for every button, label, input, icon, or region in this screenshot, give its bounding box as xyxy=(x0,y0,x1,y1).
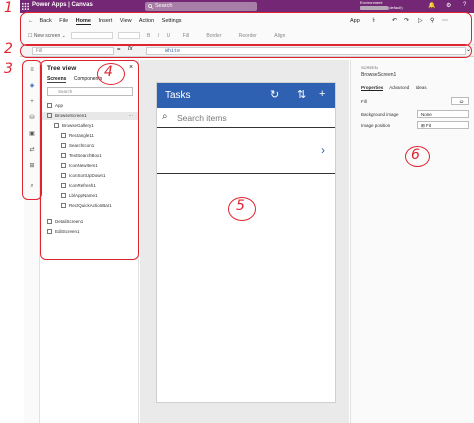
help-icon[interactable]: ? xyxy=(463,2,466,8)
search-box[interactable]: ⌕ Search items xyxy=(157,108,335,128)
annotation-box-3 xyxy=(22,60,42,200)
annotation-box-2 xyxy=(20,44,472,58)
image-position-dropdown[interactable]: ⊞ Fit xyxy=(417,121,469,129)
bell-icon[interactable]: 🔔 xyxy=(428,2,435,9)
search-icon xyxy=(148,4,153,9)
tab-properties[interactable]: Properties xyxy=(361,85,384,91)
control-kind: SCREEN xyxy=(361,65,378,70)
search-icon: ⌕ xyxy=(162,111,168,122)
annotation-box-4 xyxy=(40,60,139,260)
image-position-label: Image position xyxy=(361,123,391,128)
fill-color-picker[interactable]: ⛀ xyxy=(451,97,469,105)
gallery-separator xyxy=(157,173,335,174)
refresh-icon[interactable]: ↻ xyxy=(270,88,279,101)
annotation-number-2: 2 xyxy=(4,41,13,57)
annotation-number-5: 5 xyxy=(236,198,245,214)
environment-name-redacted xyxy=(360,5,388,10)
global-search[interactable]: Search xyxy=(145,2,257,11)
tab-advanced[interactable]: Advanced xyxy=(389,85,409,90)
properties-pane: SCREEN BrowseScreen1 Properties Advanced… xyxy=(350,60,474,423)
app-launcher-icon[interactable] xyxy=(22,3,29,10)
app-title: Power Apps | Canvas xyxy=(32,2,93,8)
environment-value: (default) xyxy=(388,5,403,10)
paint-bucket-icon: ⛀ xyxy=(459,99,464,104)
background-image-dropdown[interactable]: None xyxy=(417,110,469,118)
annotation-box-1 xyxy=(20,12,472,46)
chevron-right-icon[interactable]: › xyxy=(321,143,325,157)
background-image-label: Background image xyxy=(361,112,399,117)
environment-picker[interactable]: Environment (default) xyxy=(360,0,403,10)
properties-tabs: Properties Advanced Ideas xyxy=(361,85,432,91)
global-search-placeholder: Search xyxy=(155,3,173,9)
annotation-number-6: 6 xyxy=(411,147,420,163)
annotation-number-1: 1 xyxy=(4,0,13,16)
fill-label: Fill xyxy=(361,99,367,104)
control-name: BrowseScreen1 xyxy=(361,72,397,78)
sort-icon[interactable]: ⇅ xyxy=(297,88,306,101)
image-position-value: Fit xyxy=(426,123,432,128)
gear-icon[interactable]: ⚙ xyxy=(446,2,451,9)
annotation-number-3: 3 xyxy=(4,61,13,77)
annotation-number-4: 4 xyxy=(104,64,113,80)
tab-ideas[interactable]: Ideas xyxy=(416,85,427,90)
app-title-label: Tasks xyxy=(165,90,191,101)
app-screen-preview[interactable]: Tasks ↻ ⇅ + ⌕ Search items › xyxy=(156,82,336,403)
app-header-bar: Tasks ↻ ⇅ + xyxy=(157,83,335,108)
search-box-placeholder: Search items xyxy=(177,113,227,123)
add-icon[interactable]: + xyxy=(319,88,325,100)
